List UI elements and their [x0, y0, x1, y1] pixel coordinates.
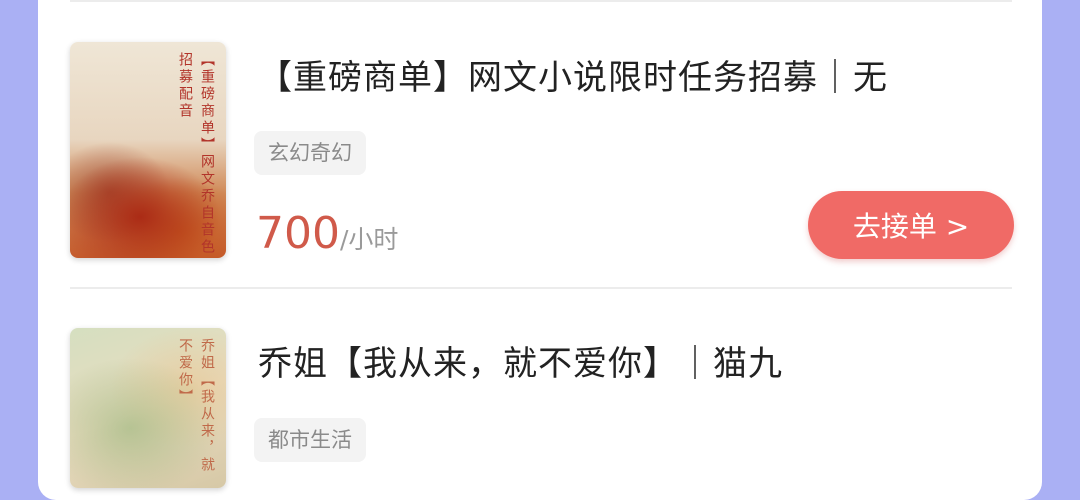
accept-order-button[interactable]: 去接单 >: [808, 191, 1014, 259]
divider: [70, 287, 1012, 289]
cover-title-text: 【重磅商单】网文乔自音色招募配音: [177, 52, 215, 256]
price-value: 700: [256, 208, 340, 259]
genre-tag: 玄幻奇幻: [254, 131, 366, 175]
divider: [70, 0, 1012, 2]
cover-title-text: 乔姐【我从来，就不爱你】: [177, 338, 215, 474]
book-cover[interactable]: 【重磅商单】网文乔自音色招募配音: [70, 42, 226, 258]
book-cover[interactable]: 乔姐【我从来，就不爱你】: [70, 328, 226, 488]
task-title[interactable]: 乔姐【我从来，就不爱你】｜猫九: [258, 336, 783, 385]
task-title[interactable]: 【重磅商单】网文小说限时任务招募｜无: [258, 50, 888, 99]
genre-tag: 都市生活: [254, 418, 366, 462]
price-unit: /小时: [340, 225, 399, 254]
